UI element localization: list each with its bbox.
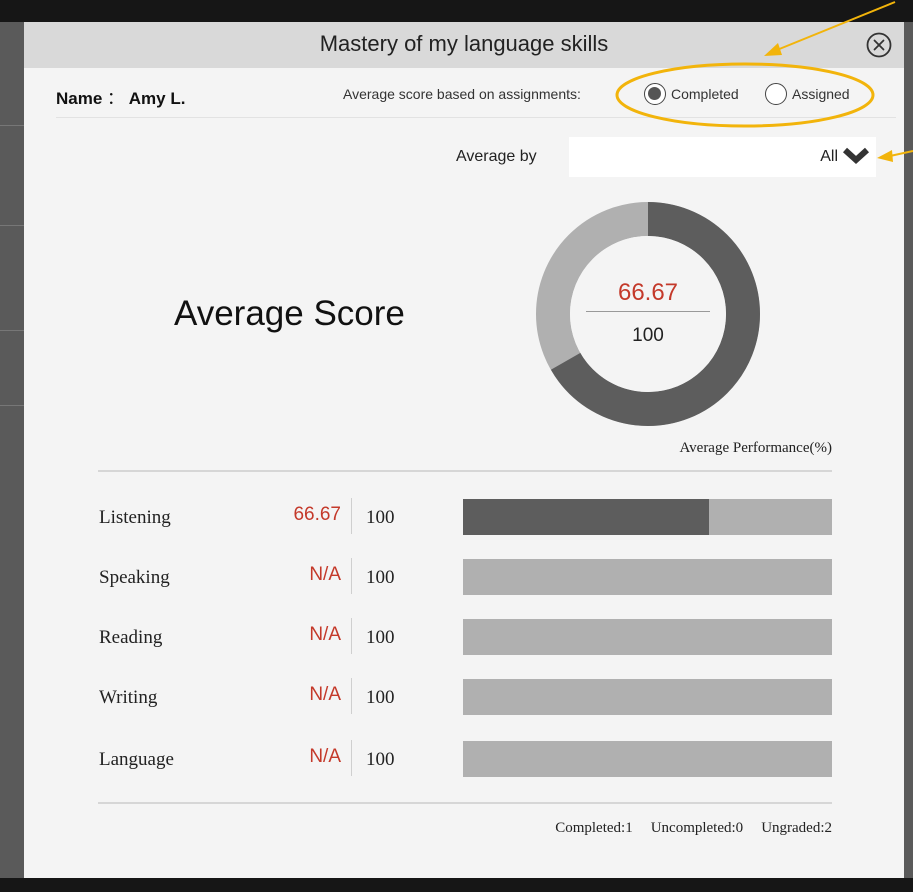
skill-progress-bar [463, 499, 832, 535]
skill-name: Reading [99, 627, 163, 648]
background-top-bar [0, 0, 913, 22]
average-score-value: 66.67 [617, 279, 679, 306]
skill-score: 66.67 [293, 504, 341, 525]
radio-assigned-label[interactable]: Assigned [792, 86, 850, 102]
background-left-strip [0, 0, 24, 892]
modal-header: Mastery of my language skills [24, 22, 904, 68]
skill-max: 100 [366, 749, 395, 770]
radio-assigned[interactable] [765, 83, 787, 105]
section-divider [98, 470, 832, 472]
skill-score: N/A [309, 624, 341, 645]
skill-divider [351, 678, 352, 714]
name-label: Name [56, 89, 103, 108]
skill-score: N/A [309, 564, 341, 585]
background-row-divider [0, 330, 24, 331]
donut-hole [570, 236, 726, 392]
skill-name: Speaking [99, 567, 170, 588]
radio-completed-label[interactable]: Completed [671, 86, 739, 102]
skill-progress-fill [463, 499, 709, 535]
background-row-divider [0, 125, 24, 126]
skill-row-language: Language N/A 100 [24, 740, 904, 781]
background-row-divider [0, 225, 24, 226]
score-basis-label: Average score based on assignments: [343, 86, 581, 102]
background-right-strip [903, 0, 913, 892]
header-divider [56, 117, 896, 118]
average-score-total: 100 [632, 325, 664, 346]
background-row-divider [0, 405, 24, 406]
donut-divider [586, 311, 710, 312]
skill-divider [351, 498, 352, 534]
radio-completed[interactable] [644, 83, 666, 105]
skill-row-speaking: Speaking N/A 100 [24, 558, 904, 599]
skills-mastery-modal: Mastery of my language skills Name ： Amy… [24, 22, 904, 878]
student-name-row: Name ： Amy L. [56, 84, 185, 109]
name-separator: ： [107, 89, 125, 108]
skill-divider [351, 618, 352, 654]
skill-max: 100 [366, 507, 395, 528]
skill-progress-bar [463, 559, 832, 595]
skill-divider [351, 558, 352, 594]
close-circle-icon [866, 32, 892, 58]
skill-divider [351, 740, 352, 776]
background-bottom-bar [0, 878, 913, 892]
average-by-dropdown[interactable]: All [569, 137, 876, 177]
skill-max: 100 [366, 627, 395, 648]
skill-row-writing: Writing N/A 100 [24, 678, 904, 719]
average-by-value: All [820, 148, 838, 165]
uncompleted-count: Uncompleted:0 [650, 820, 744, 836]
skill-max: 100 [366, 687, 395, 708]
ungraded-count: Ungraded:2 [761, 820, 832, 836]
average-by-label: Average by [456, 148, 537, 165]
modal-title: Mastery of my language skills [319, 31, 609, 56]
student-name: Amy L. [128, 89, 186, 108]
completed-count: Completed:1 [555, 820, 633, 836]
skill-name: Listening [99, 507, 171, 528]
skill-name: Writing [99, 687, 158, 708]
skill-row-reading: Reading N/A 100 [24, 618, 904, 659]
chevron-down-icon [842, 147, 870, 165]
skill-progress-bar [463, 741, 832, 777]
section-divider [98, 802, 832, 804]
average-performance-label: Average Performance(%) [679, 440, 832, 456]
skill-name: Language [99, 749, 174, 770]
close-button[interactable] [866, 32, 892, 58]
skill-progress-bar [463, 619, 832, 655]
average-score-title: Average Score [174, 294, 405, 333]
average-score-donut [536, 202, 760, 426]
skill-score: N/A [309, 746, 341, 767]
assignment-stats: Completed:1 Uncompleted:0 Ungraded:2 [537, 820, 832, 837]
skill-max: 100 [366, 567, 395, 588]
skill-progress-bar [463, 679, 832, 715]
skill-row-listening: Listening 66.67 100 [24, 498, 904, 539]
skill-score: N/A [309, 684, 341, 705]
